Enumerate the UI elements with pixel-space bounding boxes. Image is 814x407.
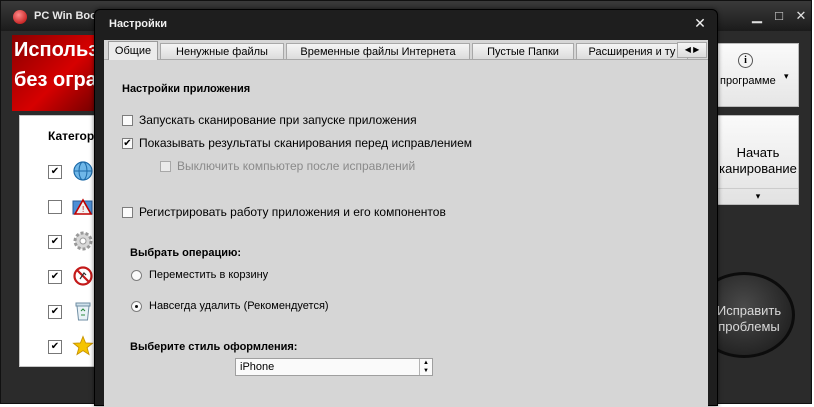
show-results-label: Показывать результаты сканирования перед…: [139, 136, 473, 150]
delete-permanently-radio[interactable]: [131, 301, 142, 312]
style-select[interactable]: iPhone ▲ ▼: [235, 358, 433, 376]
fix-problems-label-line-2: проблемы: [718, 319, 780, 334]
globe-icon: [73, 161, 93, 181]
spin-up-icon[interactable]: ▲: [420, 359, 432, 367]
fix-problems-label-line-1: Исправить: [716, 303, 782, 318]
category-checkbox[interactable]: ✔: [48, 305, 62, 319]
category-checkbox[interactable]: ✔: [48, 235, 62, 249]
spin-down-icon[interactable]: ▼: [420, 367, 432, 375]
no-entry-icon: [73, 266, 93, 286]
operation-title: Выбрать операцию:: [130, 247, 242, 259]
style-select-value: iPhone: [240, 361, 275, 373]
show-results-checkbox[interactable]: ✔: [122, 138, 133, 149]
promo-banner[interactable]: Использу без огран: [12, 35, 102, 111]
banner-line-1: Использу: [14, 39, 102, 61]
gear-icon: [73, 231, 93, 251]
dialog-title: Настройки: [109, 18, 168, 30]
tab-junk-files[interactable]: Ненужные файлы: [160, 43, 284, 59]
tab-strip-divider: [104, 59, 708, 60]
start-scan-label-line-1: Начать: [736, 145, 780, 160]
move-to-recycle-label: Переместить в корзину: [149, 269, 269, 281]
tab-temp-internet-files[interactable]: Временные файлы Интернета: [286, 43, 470, 59]
category-checkbox[interactable]: ✔: [48, 340, 62, 354]
svg-text:!: !: [82, 205, 84, 214]
fix-problems-label: Исправить проблемы: [708, 303, 790, 335]
spinner-arrows[interactable]: ▲ ▼: [419, 359, 432, 375]
maximize-icon[interactable]: □: [771, 8, 787, 24]
about-program-button[interactable]: i программе ▾: [717, 43, 799, 107]
log-activity-label: Регистрировать работу приложения и его к…: [139, 205, 446, 219]
style-title: Выберите стиль оформления:: [130, 341, 298, 353]
category-checkbox[interactable]: ✔: [48, 270, 62, 284]
dialog-body: Общие Ненужные файлы Временные файлы Инт…: [104, 40, 708, 407]
minimize-icon[interactable]: ▁: [749, 8, 765, 24]
star-icon: [72, 335, 94, 356]
chevron-down-icon[interactable]: ▾: [718, 188, 798, 204]
start-scan-button[interactable]: Начать канирование ▾: [717, 115, 799, 205]
info-icon: i: [738, 53, 753, 68]
settings-dialog: Настройки ✕ Общие Ненужные файлы Временн…: [94, 9, 718, 407]
warning-folder-icon: !: [72, 198, 93, 215]
app-settings-title: Настройки приложения: [122, 83, 251, 95]
tab-empty-folders[interactable]: Пустые Папки: [472, 43, 574, 59]
close-icon[interactable]: ✕: [692, 15, 708, 31]
move-to-recycle-radio[interactable]: [131, 270, 142, 281]
categories-header: Категор: [48, 129, 95, 143]
main-window-title: PC Win Boo: [34, 10, 97, 22]
category-checkbox[interactable]: [48, 200, 62, 214]
tab-scroll-arrows-icon[interactable]: ◀ ▶: [677, 42, 707, 58]
scan-on-startup-checkbox[interactable]: [122, 115, 133, 126]
start-scan-label: Начать канирование: [718, 145, 798, 177]
categories-panel: Категор ✔ ! ✔ ✔ ✔ ✔: [19, 115, 101, 367]
chevron-down-icon[interactable]: ▾: [784, 71, 789, 82]
close-icon[interactable]: ✕: [793, 8, 809, 24]
recycle-bin-icon: [75, 302, 91, 321]
shutdown-after-fix-label: Выключить компьютер после исправлений: [177, 159, 416, 173]
log-activity-checkbox[interactable]: [122, 207, 133, 218]
delete-permanently-label: Навсегда удалить (Рекомендуется): [149, 300, 329, 312]
tab-general[interactable]: Общие: [108, 41, 158, 60]
category-checkbox[interactable]: ✔: [48, 165, 62, 179]
app-logo-icon: [13, 10, 27, 24]
start-scan-label-line-2: канирование: [719, 161, 797, 176]
about-program-label: программе: [720, 75, 776, 87]
tab-extensions[interactable]: Расширения и ту: [576, 43, 688, 59]
banner-line-2: без огран: [14, 69, 102, 91]
shutdown-after-fix-checkbox[interactable]: [160, 161, 171, 172]
scan-on-startup-label: Запускать сканирование при запуске прило…: [139, 113, 417, 127]
